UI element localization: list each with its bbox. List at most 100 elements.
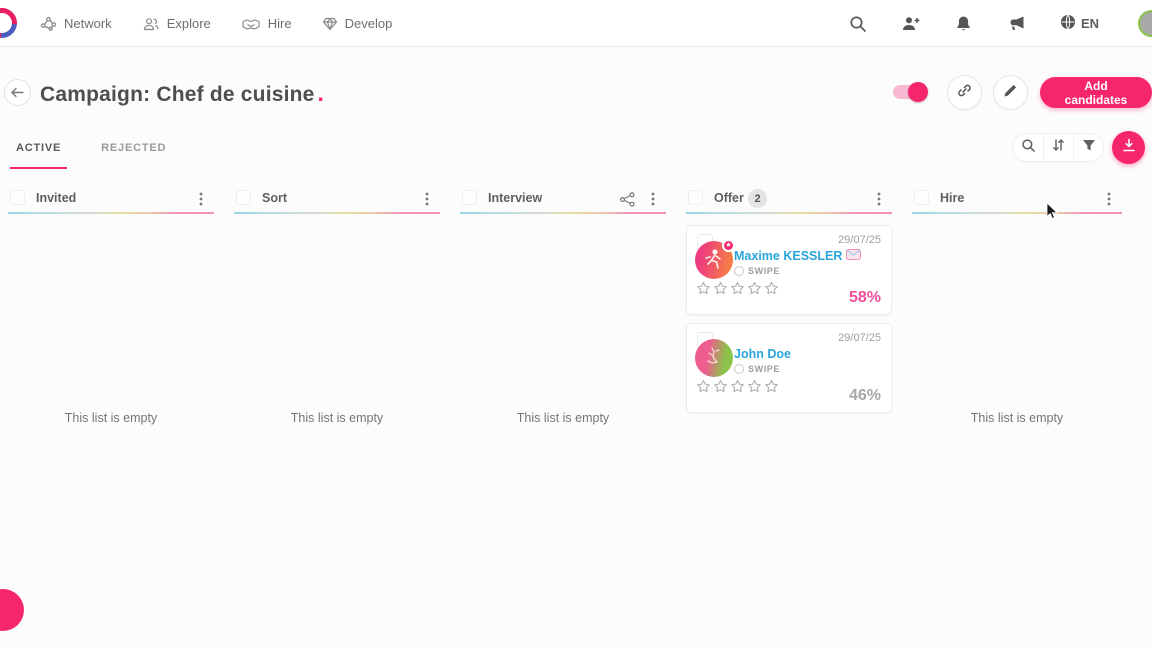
column-menu-button[interactable] [418, 190, 436, 208]
bell-icon[interactable] [954, 14, 974, 34]
star-outline-icon [765, 379, 778, 393]
star-outline-icon [714, 281, 727, 295]
add-candidates-button[interactable]: Add candidates [1040, 77, 1152, 108]
column-menu-button[interactable] [644, 190, 662, 208]
star-outline-icon [748, 379, 761, 393]
mouse-cursor [1046, 202, 1059, 225]
candidate-avatar [695, 339, 733, 377]
nav-item-hire[interactable]: Hire [241, 16, 292, 31]
column-title: Invited [36, 191, 77, 205]
column-select-checkbox[interactable] [236, 190, 251, 205]
copy-link-button[interactable] [947, 75, 982, 110]
export-button[interactable] [1112, 131, 1145, 164]
column-select-checkbox[interactable] [688, 190, 703, 205]
column-select-checkbox[interactable] [914, 190, 929, 205]
language-selector[interactable]: EN [1060, 14, 1099, 33]
empty-list-message: This list is empty [64, 411, 158, 425]
toggle-knob [908, 82, 928, 102]
column-title: Hire [940, 191, 965, 205]
nav-item-label: Network [64, 16, 112, 31]
search-candidates-button[interactable] [1013, 134, 1043, 161]
language-label: EN [1080, 16, 1099, 31]
column-offer: Offer 2 29/07/25 ★ Maxime KESSLER SWIPE … [686, 185, 892, 630]
column-select-checkbox[interactable] [10, 190, 25, 205]
tab-bar: ACTIVE REJECTED [10, 136, 172, 169]
candidate-rating[interactable] [696, 281, 779, 296]
filter-icon [1082, 139, 1096, 157]
column-title: Sort [262, 191, 287, 205]
column-select-checkbox[interactable] [462, 190, 477, 205]
column-underline [234, 212, 440, 214]
star-outline-icon [731, 281, 744, 295]
back-button[interactable] [4, 79, 31, 106]
person-add-icon[interactable] [901, 14, 921, 34]
hire-icon [241, 17, 261, 31]
nav-item-label: Explore [166, 16, 211, 31]
globe-icon [1060, 14, 1076, 33]
filter-candidates-button[interactable] [1073, 134, 1103, 161]
column-count-badge: 2 [748, 189, 767, 208]
sort-candidates-button[interactable] [1043, 134, 1073, 161]
column-underline [686, 212, 892, 214]
candidate-name[interactable]: Maxime KESSLER [734, 249, 862, 263]
campaign-active-toggle[interactable] [893, 82, 928, 102]
column-menu-button[interactable] [870, 190, 888, 208]
name-flag-icon [846, 249, 862, 263]
list-toolbar [1012, 133, 1104, 162]
column-sort: Sort This list is empty [234, 185, 440, 630]
nav-item-network[interactable]: Network [40, 15, 112, 32]
candidate-rating[interactable] [696, 379, 779, 394]
tab-active[interactable]: ACTIVE [10, 136, 68, 169]
edit-campaign-button[interactable] [993, 75, 1028, 110]
candidate-avatar: ★ [695, 239, 735, 279]
brand-logo[interactable] [0, 1, 24, 45]
candidate-card[interactable]: 29/07/25 John Doe SWIPE 46% [686, 323, 892, 413]
develop-icon [322, 16, 338, 31]
column-menu-button[interactable] [1100, 190, 1118, 208]
empty-list-message: This list is empty [516, 411, 610, 425]
tab-rejected[interactable]: REJECTED [95, 136, 172, 169]
link-icon [956, 82, 973, 104]
star-outline-icon [697, 379, 710, 393]
nav-item-label: Develop [344, 16, 393, 31]
column-hire: Hire This list is empty [912, 185, 1122, 630]
app-window: Network Explore Hire Develop EN Campaign… [0, 0, 1152, 648]
candidate-date: 29/07/25 [838, 332, 881, 344]
candidate-date: 29/07/25 [838, 234, 881, 246]
empty-list-message: This list is empty [290, 411, 384, 425]
user-avatar[interactable] [1138, 10, 1152, 37]
candidate-source: SWIPE [734, 266, 780, 276]
star-outline-icon [714, 379, 727, 393]
search-icon [1021, 138, 1036, 158]
nav-item-label: Hire [267, 16, 292, 31]
swipe-icon [734, 364, 744, 374]
megaphone-icon[interactable] [1007, 14, 1027, 34]
star-outline-icon [697, 281, 710, 295]
column-interview: Interview This list is empty [460, 185, 666, 630]
sort-icon [1052, 138, 1065, 157]
page-title: Campaign: Chef de cuisine. [40, 80, 325, 106]
explore-icon [142, 16, 160, 32]
share-icon[interactable] [618, 190, 636, 208]
column-underline [912, 212, 1122, 214]
title-accent-dot: . [317, 80, 325, 106]
column-invited: Invited This list is empty [8, 185, 214, 630]
match-score: 46% [848, 387, 881, 404]
column-menu-button[interactable] [192, 190, 210, 208]
candidate-card[interactable]: 29/07/25 ★ Maxime KESSLER SWIPE 58% [686, 225, 892, 315]
nav-item-explore[interactable]: Explore [142, 16, 211, 32]
candidate-source: SWIPE [734, 364, 780, 374]
column-underline [8, 212, 214, 214]
swipe-icon [734, 266, 744, 276]
column-underline [460, 212, 666, 214]
pencil-icon [1003, 83, 1018, 103]
nav-item-develop[interactable]: Develop [322, 16, 393, 31]
match-score: 58% [848, 289, 881, 306]
empty-list-message: This list is empty [970, 411, 1064, 425]
star-outline-icon [748, 281, 761, 295]
search-icon[interactable] [848, 14, 868, 34]
column-title: Interview [488, 191, 543, 205]
star-outline-icon [765, 281, 778, 295]
candidate-name[interactable]: John Doe [734, 347, 791, 361]
column-title: Offer [714, 191, 744, 205]
